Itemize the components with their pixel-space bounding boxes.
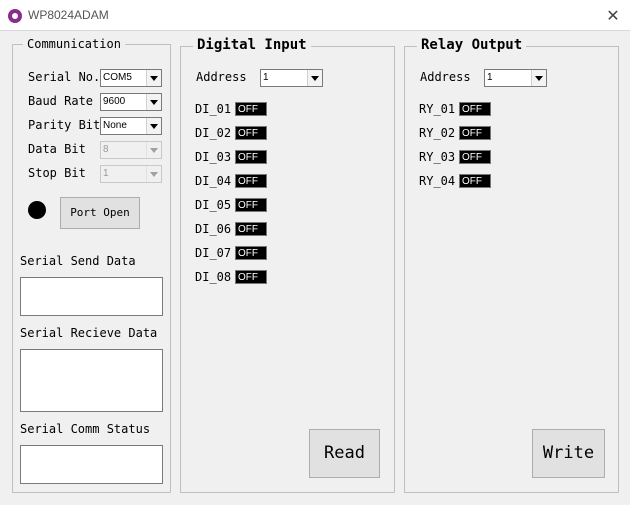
- stop-bit-label: Stop Bit: [28, 166, 86, 180]
- write-button[interactable]: Write: [532, 429, 605, 478]
- chevron-down-icon[interactable]: [307, 70, 322, 86]
- stop-bit-value: 1: [103, 168, 109, 179]
- serial-status-label: Serial Comm Status: [20, 422, 151, 436]
- di-state-indicator: OFF: [235, 126, 267, 140]
- serial-send-field[interactable]: [20, 277, 163, 316]
- baud-rate-value: 9600: [103, 96, 126, 107]
- ry-state-toggle[interactable]: OFF: [459, 102, 491, 116]
- parity-bit-select[interactable]: None: [100, 117, 162, 135]
- data-bit-select: 8: [100, 141, 162, 159]
- chevron-down-icon: [146, 166, 161, 182]
- chevron-down-icon[interactable]: [146, 118, 161, 134]
- port-status-indicator: [28, 201, 46, 219]
- ry-address-value: 1: [487, 72, 493, 83]
- parity-bit-value: None: [103, 120, 127, 131]
- ry-state-toggle[interactable]: OFF: [459, 150, 491, 164]
- baud-rate-select[interactable]: 9600: [100, 93, 162, 111]
- di-label: DI_05: [195, 198, 232, 212]
- di-state-indicator: OFF: [235, 150, 267, 164]
- baud-rate-label: Baud Rate: [28, 94, 94, 108]
- chevron-down-icon[interactable]: [146, 70, 161, 86]
- serial-no-value: COM5: [103, 72, 132, 83]
- serial-status-field[interactable]: [20, 445, 163, 484]
- data-bit-value: 8: [103, 144, 109, 155]
- relay-output-group-title: Relay Output: [417, 37, 527, 53]
- serial-receive-label: Serial Recieve Data: [20, 326, 158, 340]
- di-state-indicator: OFF: [235, 102, 267, 116]
- di-label: DI_08: [195, 270, 232, 284]
- ry-address-label: Address: [420, 70, 471, 84]
- title-bar: WP8024ADAM ✕: [0, 0, 630, 31]
- di-state-indicator: OFF: [235, 174, 267, 188]
- ry-label: RY_02: [419, 126, 456, 140]
- di-label: DI_07: [195, 246, 232, 260]
- app-icon: [8, 9, 22, 23]
- di-label: DI_01: [195, 102, 232, 116]
- stop-bit-select: 1: [100, 165, 162, 183]
- di-label: DI_03: [195, 150, 232, 164]
- read-button[interactable]: Read: [309, 429, 380, 478]
- parity-bit-label: Parity Bit: [28, 118, 101, 132]
- window-title: WP8024ADAM: [28, 8, 109, 22]
- ry-address-select[interactable]: 1: [484, 69, 547, 87]
- di-state-indicator: OFF: [235, 198, 267, 212]
- port-open-button[interactable]: Port Open: [60, 197, 140, 229]
- di-state-indicator: OFF: [235, 222, 267, 236]
- close-button[interactable]: ✕: [598, 3, 628, 29]
- di-state-indicator: OFF: [235, 246, 267, 260]
- ry-label: RY_01: [419, 102, 456, 116]
- di-label: DI_04: [195, 174, 232, 188]
- serial-no-select[interactable]: COM5: [100, 69, 162, 87]
- chevron-down-icon: [146, 142, 161, 158]
- data-bit-label: Data Bit: [28, 142, 86, 156]
- ry-state-toggle[interactable]: OFF: [459, 126, 491, 140]
- di-label: DI_06: [195, 222, 232, 236]
- di-address-value: 1: [263, 72, 269, 83]
- di-address-select[interactable]: 1: [260, 69, 323, 87]
- di-address-label: Address: [196, 70, 247, 84]
- communication-group-title: Communication: [23, 37, 125, 51]
- di-label: DI_02: [195, 126, 232, 140]
- ry-label: RY_04: [419, 174, 456, 188]
- di-state-indicator: OFF: [235, 270, 267, 284]
- ry-state-toggle[interactable]: OFF: [459, 174, 491, 188]
- serial-send-label: Serial Send Data: [20, 254, 136, 268]
- chevron-down-icon[interactable]: [146, 94, 161, 110]
- serial-receive-field[interactable]: [20, 349, 163, 412]
- serial-no-label: Serial No.: [28, 70, 101, 84]
- chevron-down-icon[interactable]: [531, 70, 546, 86]
- digital-input-group-title: Digital Input: [193, 37, 311, 53]
- ry-label: RY_03: [419, 150, 456, 164]
